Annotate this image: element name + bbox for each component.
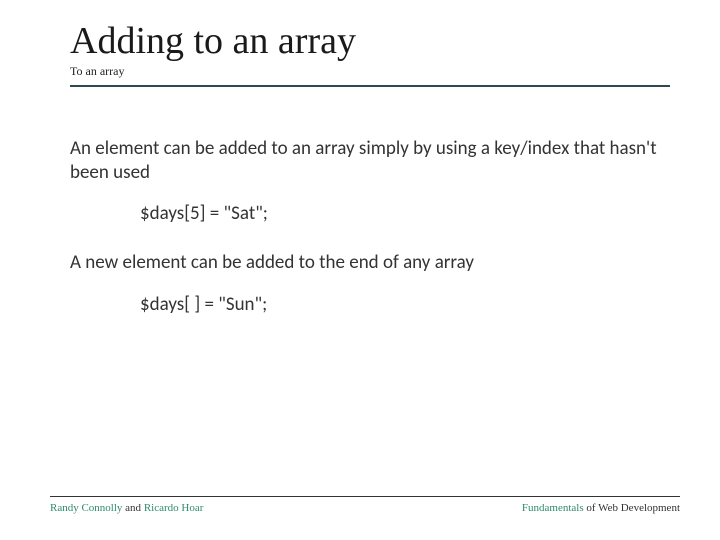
slide-subtitle: To an array bbox=[70, 64, 670, 79]
footer-rule bbox=[50, 496, 680, 497]
slide-body: An element can be added to an array simp… bbox=[70, 137, 670, 318]
footer-authors: Randy Connolly and Ricardo Hoar bbox=[50, 502, 203, 514]
paragraph-2: A new element can be added to the end of… bbox=[70, 251, 670, 275]
author-1: Randy Connolly bbox=[50, 502, 122, 514]
code-example-1: $days[5] = "Sat"; bbox=[140, 202, 670, 227]
book-title-rest: of Web Development bbox=[584, 502, 680, 514]
title-underline bbox=[70, 85, 670, 87]
footer-book-title: Fundamentals of Web Development bbox=[522, 502, 680, 514]
code-example-2: $days[ ] = "Sun"; bbox=[140, 293, 670, 318]
author-joiner: and bbox=[122, 502, 143, 514]
slide-title: Adding to an array bbox=[70, 22, 670, 62]
footer: Randy Connolly and Ricardo Hoar Fundamen… bbox=[50, 496, 680, 514]
slide: Adding to an array To an array An elemen… bbox=[0, 0, 720, 540]
book-title-accent: Fundamentals bbox=[522, 502, 584, 514]
author-2: Ricardo Hoar bbox=[144, 502, 204, 514]
footer-row: Randy Connolly and Ricardo Hoar Fundamen… bbox=[50, 502, 680, 514]
paragraph-1: An element can be added to an array simp… bbox=[70, 137, 670, 185]
